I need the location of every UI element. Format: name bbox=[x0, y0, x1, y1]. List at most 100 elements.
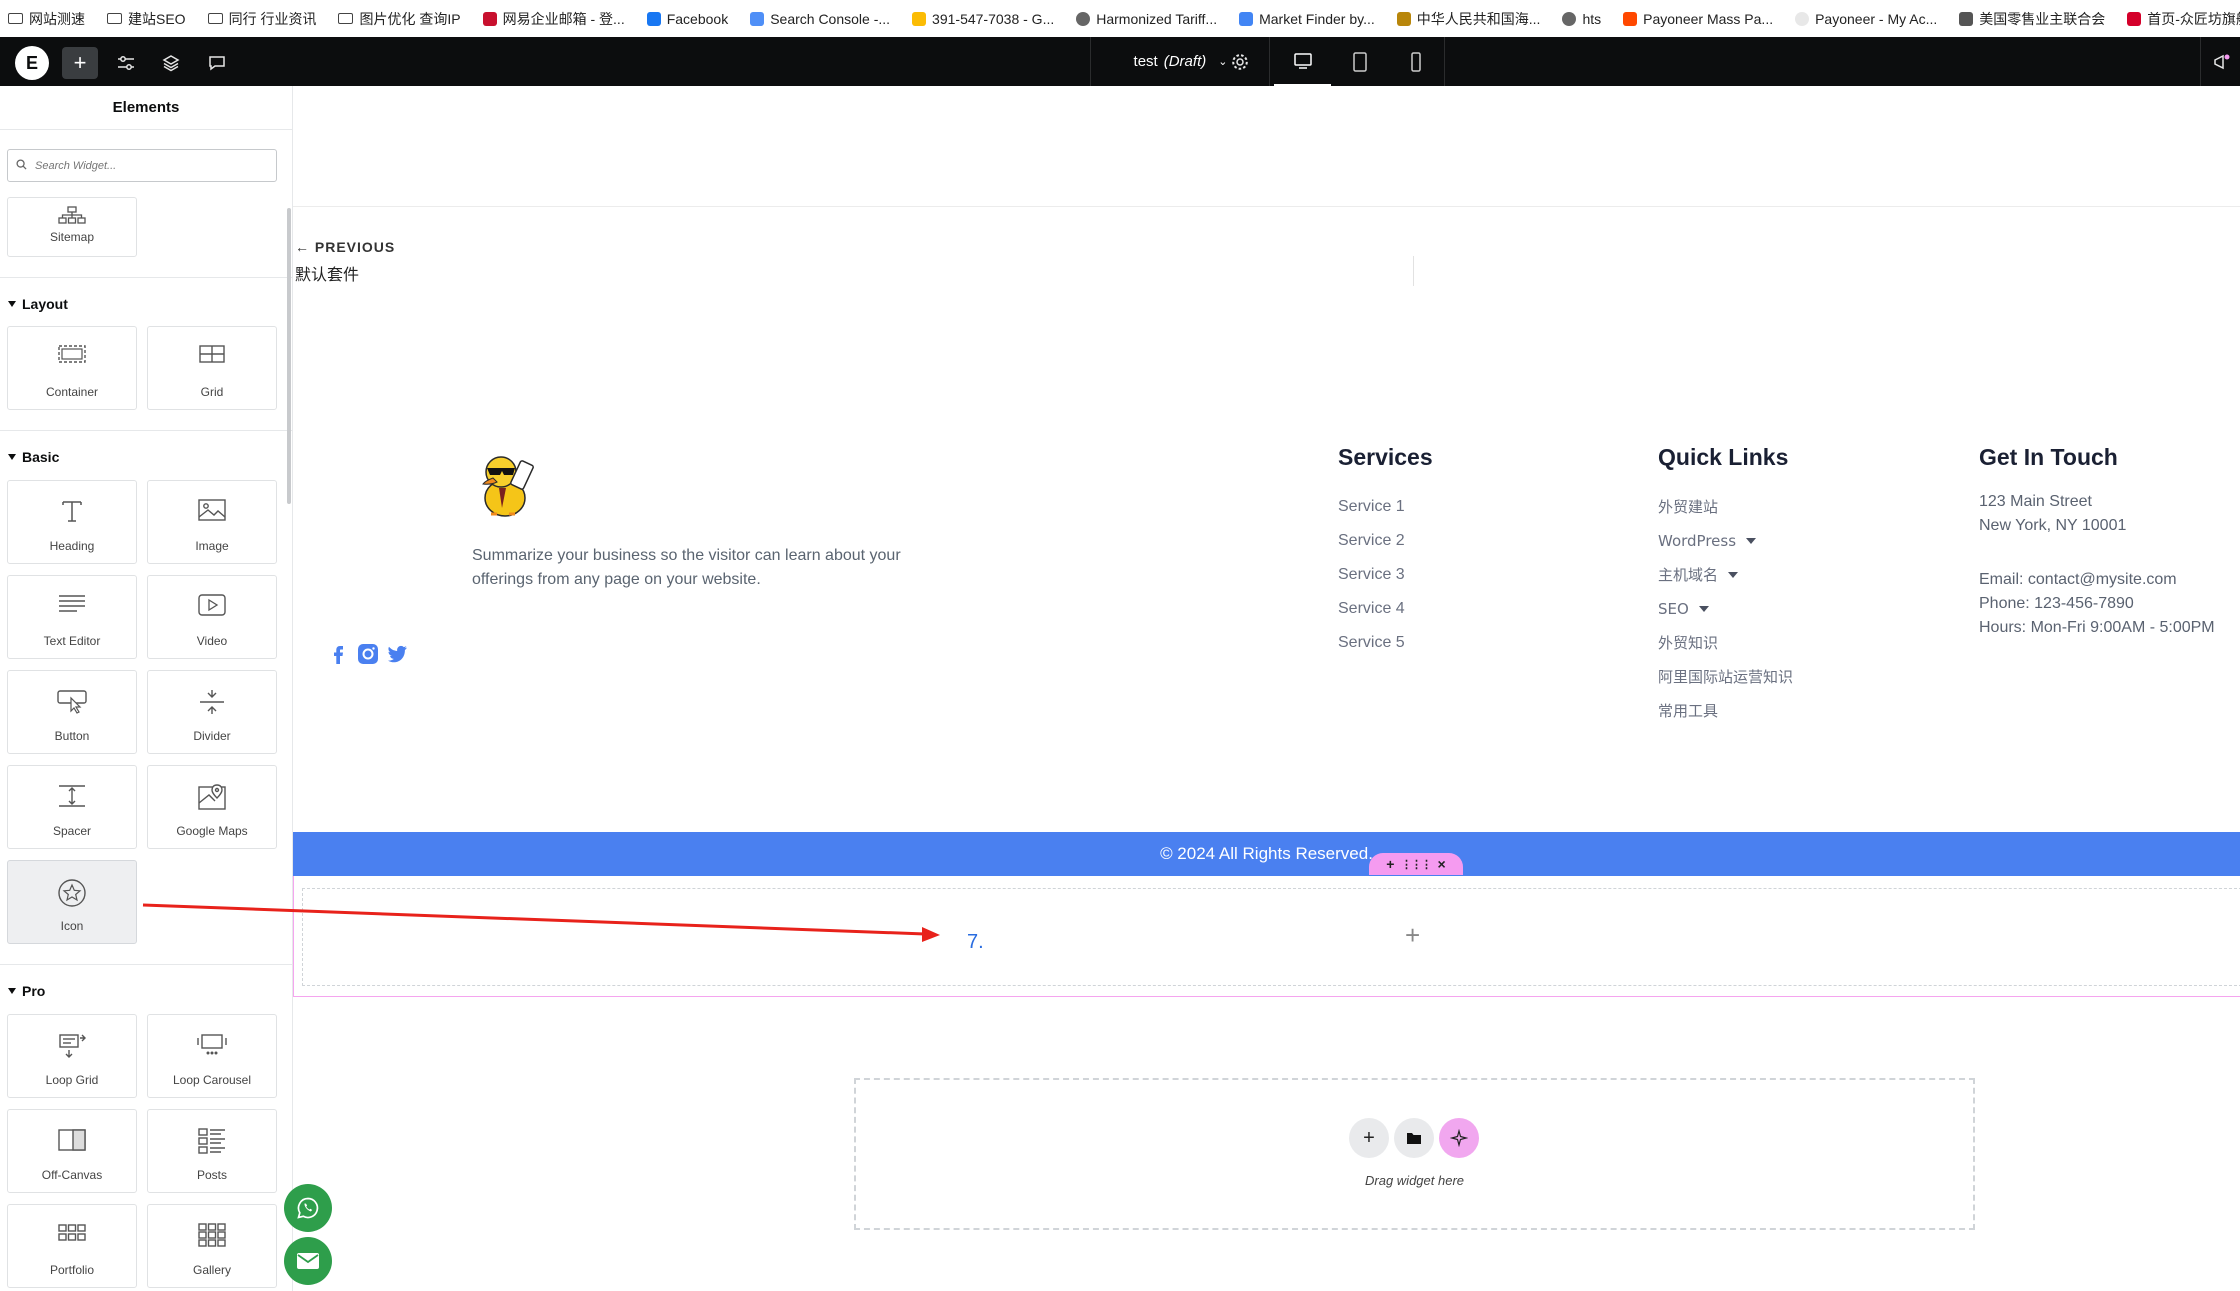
spacer-icon bbox=[59, 785, 85, 807]
widget-portfolio[interactable]: Portfolio bbox=[7, 1204, 137, 1288]
widget-text-editor[interactable]: Text Editor bbox=[7, 575, 137, 659]
selected-container-outline bbox=[293, 996, 2240, 997]
add-container-icon[interactable]: + bbox=[1386, 856, 1394, 872]
quick-link-dropdown[interactable]: SEO bbox=[1658, 592, 1793, 626]
widget-image[interactable]: Image bbox=[147, 480, 277, 564]
bookmark-item[interactable]: 同行 行业资讯 bbox=[207, 9, 316, 29]
quick-link-dropdown[interactable]: WordPress bbox=[1658, 524, 1793, 558]
desktop-view-button[interactable] bbox=[1274, 37, 1331, 86]
widget-grid[interactable]: Grid bbox=[147, 326, 277, 410]
category-layout-toggle[interactable]: Layout bbox=[8, 296, 68, 312]
footer-summary-text: Summarize your business so the visitor c… bbox=[472, 547, 901, 588]
widget-button[interactable]: Button bbox=[7, 670, 137, 754]
quick-link[interactable]: 外贸知识 bbox=[1658, 626, 1793, 660]
bookmark-item[interactable]: Harmonized Tariff... bbox=[1076, 11, 1217, 27]
template-library-folder-icon[interactable] bbox=[1394, 1118, 1434, 1158]
add-widget-plus-icon[interactable]: + bbox=[1405, 920, 1420, 951]
page-settings-gear-icon[interactable] bbox=[1210, 37, 1270, 86]
payoneer-circle-icon bbox=[1795, 11, 1810, 26]
drag-handle-icon[interactable]: ⋮⋮⋮ bbox=[1401, 858, 1432, 871]
customs-icon bbox=[1396, 11, 1411, 26]
structure-layers-icon[interactable] bbox=[153, 47, 189, 79]
bookmark-item[interactable]: 建站SEO bbox=[107, 9, 186, 29]
email-floating-button[interactable] bbox=[284, 1237, 332, 1285]
drag-widget-hint: Drag widget here bbox=[1365, 1173, 1464, 1188]
service-link[interactable]: Service 3 bbox=[1338, 558, 1405, 592]
caret-down-icon bbox=[8, 988, 16, 994]
whatsapp-floating-button[interactable] bbox=[284, 1184, 332, 1232]
widget-google-maps[interactable]: Google Maps bbox=[147, 765, 277, 849]
widget-loop-grid[interactable]: Loop Grid bbox=[7, 1014, 137, 1098]
bookmark-label: hts bbox=[1582, 10, 1602, 27]
widget-heading[interactable]: Heading bbox=[7, 480, 137, 564]
bookmark-item[interactable]: 美国零售业主联合会 bbox=[1959, 9, 2105, 29]
off-canvas-icon bbox=[58, 1129, 86, 1151]
notifications-megaphone-icon[interactable] bbox=[2200, 37, 2240, 86]
facebook-icon[interactable] bbox=[326, 642, 350, 666]
contact-heading: Get In Touch bbox=[1979, 444, 2118, 470]
category-pro-toggle[interactable]: Pro bbox=[8, 983, 45, 999]
bookmark-item[interactable]: hts bbox=[1562, 11, 1601, 27]
ai-sparkle-icon[interactable] bbox=[1439, 1118, 1479, 1158]
bookmark-item[interactable]: 首页-众匠坊旗舰店... bbox=[2127, 9, 2240, 29]
service-link[interactable]: Service 1 bbox=[1338, 490, 1405, 524]
widget-gallery[interactable]: Gallery bbox=[147, 1204, 277, 1288]
widget-spacer[interactable]: Spacer bbox=[7, 765, 137, 849]
close-icon[interactable]: × bbox=[1438, 856, 1446, 872]
widget-label: Posts bbox=[196, 1168, 227, 1182]
bookmark-item[interactable]: Market Finder by... bbox=[1239, 11, 1375, 27]
bookmark-item[interactable]: 网易企业邮箱 - 登... bbox=[482, 9, 625, 29]
quick-link-label: 外贸建站 bbox=[1658, 498, 1719, 516]
bookmark-label: Payoneer - My Ac... bbox=[1815, 10, 1938, 27]
widget-search-input[interactable] bbox=[35, 159, 255, 172]
previous-label-text: PREVIOUS bbox=[314, 239, 396, 255]
site-settings-icon[interactable] bbox=[108, 47, 144, 79]
service-link[interactable]: Service 5 bbox=[1338, 626, 1405, 660]
site-logo-image[interactable] bbox=[471, 450, 543, 522]
bookmark-item[interactable]: Payoneer Mass Pa... bbox=[1623, 11, 1773, 27]
widget-sitemap[interactable]: Sitemap bbox=[7, 197, 137, 257]
mobile-view-button[interactable] bbox=[1388, 37, 1445, 86]
bookmark-item[interactable]: Payoneer - My Ac... bbox=[1795, 11, 1937, 27]
panel-scrollbar[interactable] bbox=[287, 208, 291, 504]
twitter-icon[interactable] bbox=[385, 642, 409, 666]
bookmark-item[interactable]: 图片优化 查询IP bbox=[338, 9, 461, 29]
quick-link[interactable]: 外贸建站 bbox=[1658, 490, 1793, 524]
category-basic-toggle[interactable]: Basic bbox=[8, 449, 59, 465]
quick-link[interactable]: 阿里国际站运营知识 bbox=[1658, 660, 1793, 694]
caret-down-icon bbox=[1728, 572, 1739, 578]
bookmark-item[interactable]: 中华人民共和国海... bbox=[1396, 9, 1540, 29]
quick-link[interactable]: 常用工具 bbox=[1658, 694, 1793, 728]
bookmark-label: Search Console -... bbox=[770, 10, 891, 27]
instagram-icon[interactable] bbox=[356, 642, 380, 666]
widget-video[interactable]: Video bbox=[147, 575, 277, 659]
quick-link-dropdown[interactable]: 主机域名 bbox=[1658, 558, 1793, 592]
elementor-logo-icon[interactable]: E bbox=[15, 46, 49, 80]
portfolio-icon bbox=[58, 1224, 86, 1241]
add-element-button[interactable]: + bbox=[62, 47, 98, 79]
widget-icon[interactable]: Icon bbox=[7, 860, 137, 944]
empty-container-dropzone[interactable] bbox=[302, 888, 2240, 986]
widget-off-canvas[interactable]: Off-Canvas bbox=[7, 1109, 137, 1193]
bookmark-item[interactable]: Facebook bbox=[646, 11, 728, 27]
container-handle[interactable]: + ⋮⋮⋮ × bbox=[1369, 853, 1463, 875]
service-link[interactable]: Service 2 bbox=[1338, 524, 1405, 558]
caret-down-icon bbox=[8, 454, 16, 460]
bookmark-item[interactable]: 391-547-7038 - G... bbox=[912, 11, 1054, 27]
tablet-view-button[interactable] bbox=[1331, 37, 1388, 86]
quick-link-label: SEO bbox=[1658, 600, 1689, 618]
widget-posts[interactable]: Posts bbox=[147, 1109, 277, 1193]
folder-icon bbox=[107, 13, 122, 24]
add-section-button[interactable]: + bbox=[1349, 1118, 1389, 1158]
widget-divider[interactable]: Divider bbox=[147, 670, 277, 754]
widget-search-box[interactable] bbox=[7, 149, 277, 182]
comments-icon[interactable] bbox=[199, 47, 235, 79]
bookmark-item[interactable]: 网站测速 bbox=[8, 9, 85, 29]
widget-loop-carousel[interactable]: Loop Carousel bbox=[147, 1014, 277, 1098]
service-link[interactable]: Service 4 bbox=[1338, 592, 1405, 626]
previous-post-link[interactable]: ← PREVIOUS 默认套件 bbox=[295, 239, 395, 285]
copyright-bar[interactable]: © 2024 All Rights Reserved. bbox=[293, 832, 2240, 876]
widget-container[interactable]: Container bbox=[7, 326, 137, 410]
annotation-step-label: 7. bbox=[967, 931, 984, 953]
bookmark-item[interactable]: Search Console -... bbox=[750, 11, 890, 27]
